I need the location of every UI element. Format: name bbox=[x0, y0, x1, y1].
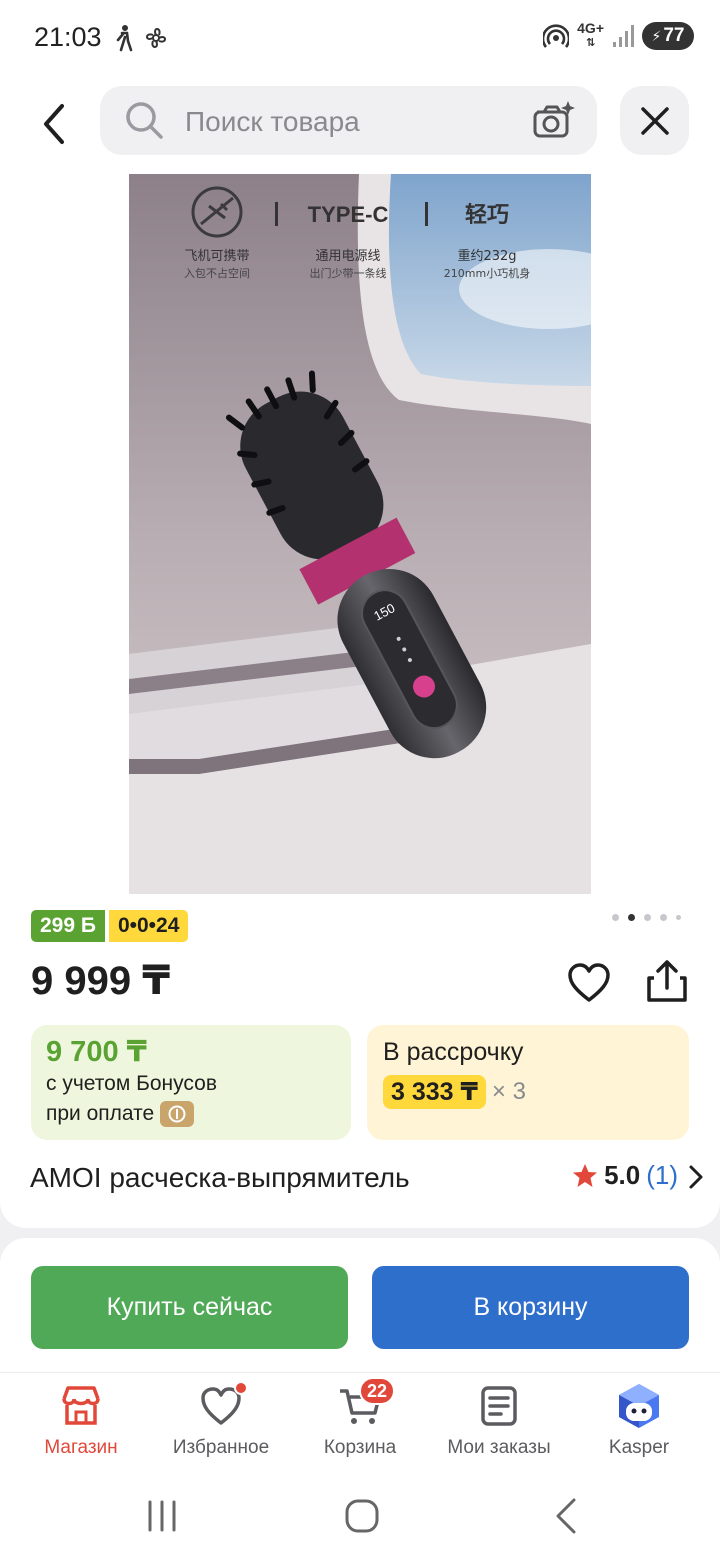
payment-method-icon bbox=[160, 1101, 195, 1128]
system-nav bbox=[0, 1472, 720, 1560]
reviews-count: (1) bbox=[646, 1160, 678, 1190]
nav-item-orders[interactable]: Мои заказы bbox=[429, 1383, 569, 1459]
feature-2-title: 通用电源线 bbox=[315, 249, 380, 264]
recent-apps-icon[interactable] bbox=[140, 1494, 184, 1538]
system-back-icon[interactable] bbox=[544, 1494, 588, 1538]
gallery-dot bbox=[612, 914, 619, 921]
installment-title: В рассрочку bbox=[383, 1038, 524, 1066]
bonus-note-1: с учетом Бонусов bbox=[46, 1072, 217, 1095]
bonus-price-box[interactable]: 9 700 ₸ с учетом Бонусов при оплате bbox=[31, 1025, 351, 1140]
signal-icon bbox=[613, 25, 634, 47]
nav-item-shop[interactable]: Магазин bbox=[11, 1383, 151, 1459]
store-icon bbox=[58, 1383, 104, 1429]
product-image[interactable]: 150 飞机可携带 入包不占空间 TYPE-C 通用电源线 出门少带一条线 轻巧… bbox=[129, 174, 591, 894]
nav-label: Корзина bbox=[323, 1437, 397, 1458]
walking-icon bbox=[116, 25, 133, 52]
search-input[interactable]: Поиск товара bbox=[100, 86, 597, 155]
camera-ai-icon[interactable] bbox=[531, 98, 575, 142]
search-placeholder: Поиск товара bbox=[185, 106, 360, 137]
fan-icon bbox=[146, 28, 166, 48]
star-icon bbox=[573, 1163, 598, 1187]
share-button[interactable] bbox=[644, 958, 690, 1004]
rating-link[interactable]: 5.0 (1) bbox=[572, 1160, 703, 1191]
header: Поиск товара bbox=[0, 76, 720, 172]
action-bar: Купить сейчас В корзину bbox=[0, 1238, 720, 1372]
cart-count-badge: 22 bbox=[359, 1377, 396, 1405]
feature-3-title: 重约232g bbox=[457, 248, 516, 264]
chevron-right-icon bbox=[689, 1165, 703, 1189]
gallery-dot-active bbox=[628, 914, 635, 921]
product-card: 150 飞机可携带 入包不占空间 TYPE-C 通用电源线 出门少带一条线 轻巧… bbox=[0, 172, 720, 1228]
installment-box[interactable]: В рассрочку 3 333 ₸ × 3 bbox=[367, 1025, 689, 1140]
feature-3-head: 轻巧 bbox=[465, 202, 509, 228]
bonus-price: 9 700 ₸ bbox=[46, 1036, 147, 1068]
nav-item-kasper[interactable]: Kasper bbox=[569, 1383, 709, 1459]
feature-1-sub: 入包不占空间 bbox=[184, 266, 250, 280]
gallery-dot bbox=[676, 915, 681, 920]
cart-icon: 22 bbox=[337, 1377, 396, 1429]
heart-icon bbox=[198, 1381, 248, 1429]
product-photo: 150 飞机可携带 入包不占空间 TYPE-C 通用电源线 出门少带一条线 轻巧… bbox=[129, 174, 591, 894]
rating-value: 5.0 bbox=[604, 1160, 641, 1190]
add-to-cart-button[interactable]: В корзину bbox=[372, 1266, 689, 1349]
product-price: 9 999 ₸ bbox=[31, 959, 171, 1003]
network-type: 4G+ ⇅ bbox=[577, 20, 604, 49]
nav-label: Избранное bbox=[172, 1437, 270, 1458]
battery-icon: ⚡ 77 bbox=[642, 22, 694, 50]
bonus-note-2: при оплате bbox=[46, 1099, 336, 1129]
promo-badges: 299 Б 0•0•24 bbox=[31, 910, 189, 942]
nav-item-cart[interactable]: 22 Корзина bbox=[290, 1377, 430, 1459]
search-icon bbox=[126, 102, 163, 139]
product-title: AMOI расческа-выпрямитель bbox=[30, 1162, 410, 1193]
nav-label: Мои заказы bbox=[447, 1437, 551, 1458]
feature-3-sub: 210mm小巧机身 bbox=[444, 266, 530, 280]
feature-2-head: TYPE-C bbox=[308, 202, 389, 227]
gallery-dot bbox=[644, 914, 651, 921]
close-icon bbox=[640, 106, 669, 135]
orders-icon bbox=[476, 1383, 522, 1429]
back-icon bbox=[44, 104, 64, 144]
hotspot-icon bbox=[543, 24, 570, 48]
installment-row: 3 333 ₸ × 3 bbox=[383, 1075, 673, 1109]
nav-label: Магазин bbox=[44, 1437, 118, 1458]
buy-now-button[interactable]: Купить сейчас bbox=[31, 1266, 348, 1349]
notification-dot bbox=[234, 1381, 248, 1395]
bonus-badge: 299 Б bbox=[31, 910, 105, 942]
installment-badge: 0•0•24 bbox=[108, 910, 189, 942]
feature-1-title: 飞机可携带 bbox=[184, 248, 249, 264]
gallery-dot bbox=[660, 914, 667, 921]
bottom-nav: Магазин Избранное 22 Корзина Мои заказы … bbox=[0, 1372, 720, 1472]
nav-label: Kasper bbox=[608, 1437, 670, 1458]
gallery-dots bbox=[612, 914, 681, 921]
installment-multiplier: × 3 bbox=[491, 1078, 526, 1105]
back-button[interactable] bbox=[26, 96, 82, 152]
favorite-button[interactable] bbox=[566, 960, 612, 1006]
kasper-assistant-icon bbox=[616, 1383, 662, 1429]
status-right: 4G+ ⇅ ⚡ 77 bbox=[543, 20, 694, 50]
close-button[interactable] bbox=[620, 86, 689, 155]
status-bar: 21:03 4G+ ⇅ ⚡ 77 bbox=[0, 0, 720, 76]
feature-2-sub: 出门少带一条线 bbox=[310, 266, 387, 280]
home-icon[interactable] bbox=[340, 1494, 384, 1538]
installment-amount: 3 333 ₸ bbox=[383, 1075, 486, 1109]
nav-item-favorites[interactable]: Избранное bbox=[151, 1381, 291, 1459]
status-time: 21:03 bbox=[34, 22, 102, 52]
